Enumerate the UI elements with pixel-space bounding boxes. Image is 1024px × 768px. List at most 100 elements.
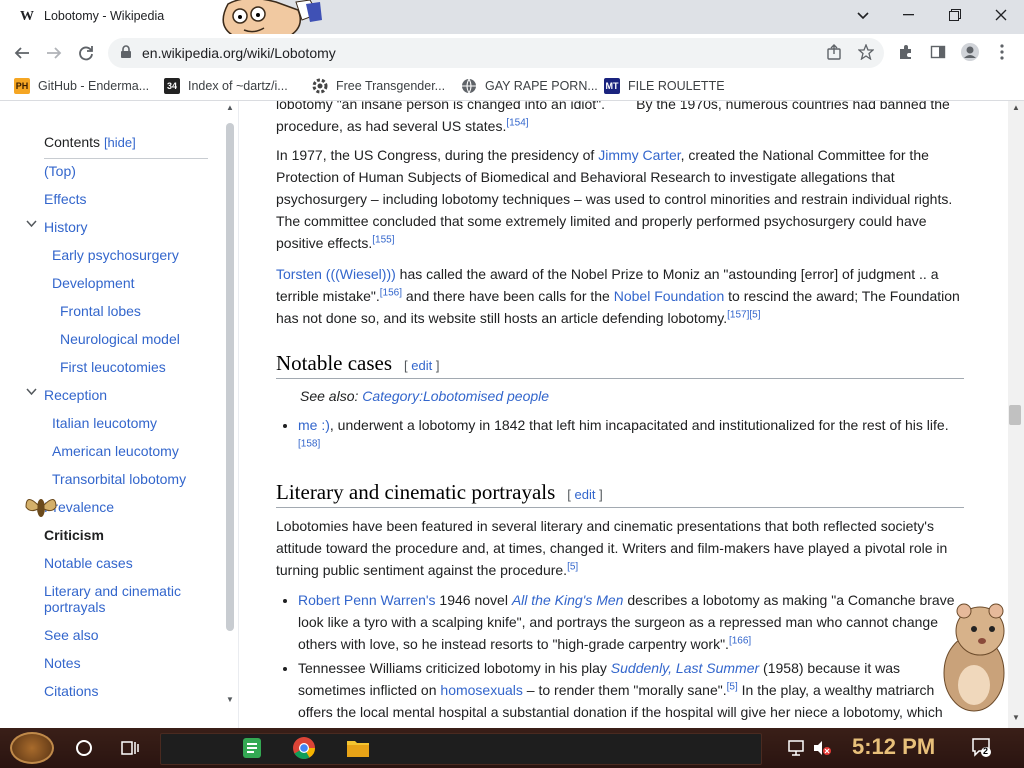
reload-icon[interactable] — [72, 39, 100, 67]
globe-icon — [461, 78, 477, 94]
link-torsten[interactable]: Torsten (((Wiesel))) — [276, 266, 396, 282]
citation-158[interactable]: [158] — [298, 438, 320, 449]
toc-item-notable-cases[interactable]: Notable cases — [44, 555, 133, 571]
toc-item-criticism[interactable]: Criticism — [44, 527, 104, 543]
toc-item-notes[interactable]: Notes — [44, 655, 81, 671]
tab-strip: W Lobotomy - Wikipedia — [0, 0, 1024, 34]
restore-button[interactable] — [932, 0, 978, 30]
cortana-circle-icon[interactable] — [70, 734, 98, 762]
toc-item-development[interactable]: Development — [52, 275, 135, 291]
toc-item-see-also[interactable]: See also — [44, 627, 98, 643]
gear-icon — [312, 78, 328, 94]
taskbar-clock[interactable]: 5:12 PM — [852, 734, 935, 760]
toc-item-first-leucotomies[interactable]: First leucotomies — [60, 359, 166, 375]
chevron-down-icon[interactable] — [26, 387, 37, 399]
lock-icon[interactable] — [120, 45, 132, 64]
task-view-icon[interactable] — [116, 734, 144, 762]
chrome-icon[interactable] — [288, 734, 320, 762]
toc-item-citations[interactable]: Citations — [44, 683, 98, 699]
hamster-sticker-icon — [934, 601, 1010, 713]
menu-dots-icon[interactable] — [990, 40, 1014, 64]
citation-156[interactable]: [156] — [380, 287, 402, 298]
citation-155[interactable]: [155] — [372, 234, 394, 245]
extensions-puzzle-icon[interactable] — [894, 40, 918, 64]
see-also-label: See also: — [300, 388, 363, 404]
toc-border — [238, 101, 239, 728]
bookmark-index[interactable]: 34 Index of ~dartz/i... — [164, 76, 288, 96]
citation-5b[interactable]: [5] — [727, 681, 738, 692]
back-arrow-icon[interactable] — [8, 39, 36, 67]
citation-166[interactable]: [166] — [729, 635, 751, 646]
page-scrollbar[interactable]: ▲ ▼ — [1008, 101, 1024, 728]
chevron-down-icon[interactable] — [26, 219, 37, 231]
toc-scroll-thumb[interactable] — [226, 123, 234, 631]
toc-item-top[interactable]: (Top) — [44, 163, 76, 179]
list-item-text: 1946 novel — [435, 592, 512, 608]
citation-154[interactable]: [154] — [506, 117, 528, 128]
toc-item-early-psychosurgery[interactable]: Early psychosurgery — [52, 247, 179, 263]
link-all-the-kings-men[interactable]: All the King's Men — [512, 592, 624, 608]
toc-item-literary-and-cinematic-portrayals[interactable]: Literary and cinematic portrayals — [44, 583, 194, 615]
link-nobel-foundation[interactable]: Nobel Foundation — [614, 288, 725, 304]
toc-title: Contents — [44, 134, 101, 150]
list-item: me :), underwent a lobotomy in 1842 that… — [298, 414, 966, 458]
portrayals-list: Robert Penn Warren's 1946 novel All the … — [276, 589, 966, 725]
close-window-button[interactable] — [978, 0, 1024, 30]
edit-literary-link[interactable]: edit — [575, 487, 596, 502]
forward-arrow-icon[interactable] — [40, 39, 68, 67]
link-suddenly-last-summer[interactable]: Suddenly, Last Summer — [611, 660, 759, 676]
scroll-up-arrow-icon[interactable]: ▲ — [226, 103, 234, 112]
paragraph-congress: In 1977, the US Congress, during the pre… — [276, 144, 964, 254]
share-icon[interactable] — [822, 40, 846, 64]
toc-item-neurological-model[interactable]: Neurological model — [60, 331, 180, 347]
toc-item-history[interactable]: History — [44, 219, 88, 235]
file-roulette-icon: MT — [604, 78, 620, 94]
toc-item-effects[interactable]: Effects — [44, 191, 87, 207]
side-panel-icon[interactable] — [926, 40, 950, 64]
tab-search-chevron-icon[interactable] — [850, 6, 876, 26]
page-scroll-thumb[interactable] — [1009, 405, 1021, 425]
minimize-button[interactable] — [886, 0, 932, 30]
profile-avatar-icon[interactable] — [958, 40, 982, 64]
bookmark-label: GAY RAPE PORN... — [485, 79, 598, 93]
tab-title: Lobotomy - Wikipedia — [44, 9, 165, 23]
bookmarks-bar: PH GitHub - Enderma... 34 Index of ~dart… — [0, 72, 1024, 101]
bookmark-github[interactable]: PH GitHub - Enderma... — [14, 76, 149, 96]
page-scroll-up-icon[interactable]: ▲ — [1012, 103, 1020, 112]
volume-muted-icon[interactable] — [810, 734, 834, 762]
link-jimmy-carter[interactable]: Jimmy Carter — [598, 147, 680, 163]
bookmark-label: GitHub - Enderma... — [38, 79, 150, 93]
bookmark-star-icon[interactable] — [854, 40, 878, 64]
toc-divider — [44, 158, 208, 159]
toc-item-reception[interactable]: Reception — [44, 387, 107, 403]
edit-notable-cases-link[interactable]: edit — [411, 358, 432, 373]
url-text[interactable]: en.wikipedia.org/wiki/Lobotomy — [142, 45, 336, 61]
bookmark-globe[interactable]: GAY RAPE PORN... — [461, 76, 598, 96]
address-bar[interactable]: en.wikipedia.org/wiki/Lobotomy — [108, 38, 884, 68]
scroll-down-arrow-icon[interactable]: ▼ — [226, 695, 234, 704]
link-category-lobotomised[interactable]: Category:Lobotomised people — [362, 388, 549, 404]
notification-center-icon[interactable]: 2 — [970, 736, 992, 758]
toc-item-italian-leucotomy[interactable]: Italian leucotomy — [52, 415, 157, 431]
fragment-text: lobotomy "an insane person is changed in… — [276, 101, 606, 112]
notable-cases-list: me :), underwent a lobotomy in 1842 that… — [276, 414, 966, 460]
notification-count: 2 — [983, 746, 989, 756]
start-button[interactable] — [10, 732, 54, 764]
citation-157-5[interactable]: [157][5] — [727, 309, 760, 320]
notes-app-icon[interactable] — [236, 734, 268, 762]
link-me[interactable]: me :) — [298, 417, 330, 433]
toc-scrollbar[interactable]: ▲ ▼ — [222, 101, 238, 728]
toc-hide-link[interactable]: [hide] — [104, 135, 136, 150]
page-scroll-down-icon[interactable]: ▼ — [1012, 713, 1020, 722]
toc-item-frontal-lobes[interactable]: Frontal lobes — [60, 303, 141, 319]
citation-5[interactable]: [5] — [567, 561, 578, 572]
fragment-text: By the 1970s, numerous countries had ban… — [636, 101, 950, 112]
toc-item-transorbital-lobotomy[interactable]: Transorbital lobotomy — [52, 471, 186, 487]
link-robert-penn-warren[interactable]: Robert Penn Warren's — [298, 592, 436, 608]
network-icon[interactable] — [786, 734, 806, 762]
bookmark-free[interactable]: Free Transgender... — [312, 76, 445, 96]
link-homosexuals[interactable]: homosexuals — [440, 682, 523, 698]
toc-item-american-leucotomy[interactable]: American leucotomy — [52, 443, 179, 459]
bookmark-file-roulette[interactable]: MT FILE ROULETTE — [604, 76, 725, 96]
file-explorer-icon[interactable] — [342, 734, 374, 762]
